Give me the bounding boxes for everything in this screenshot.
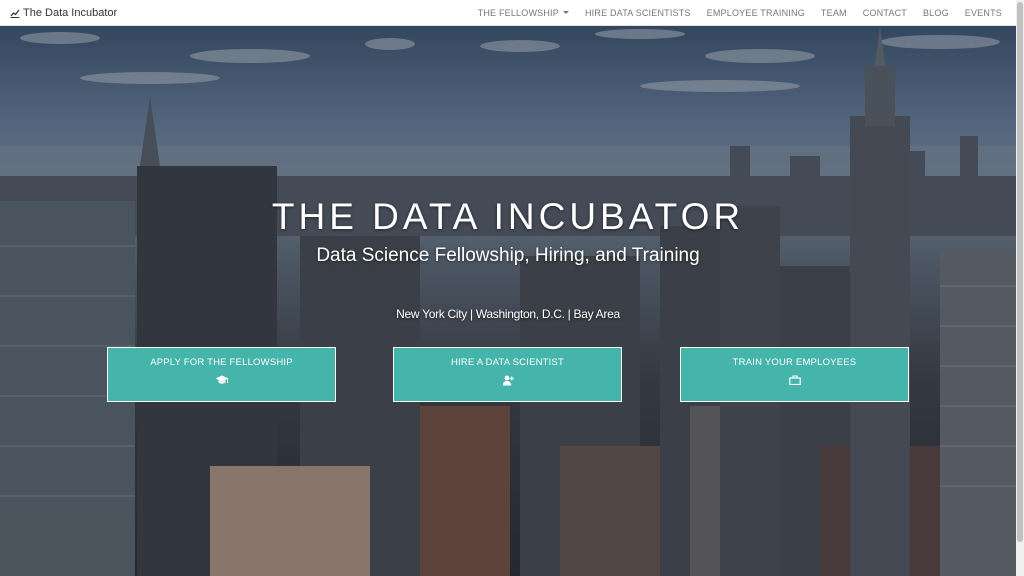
briefcase-icon xyxy=(788,375,801,385)
nav-item-blog[interactable]: BLOG xyxy=(923,0,949,25)
user-plus-icon xyxy=(502,375,514,386)
cta-label: TRAIN YOUR EMPLOYEES xyxy=(732,357,857,368)
nav-item-fellowship[interactable]: THE FELLOWSHIP xyxy=(478,0,569,25)
hero-section: THE DATA INCUBATOR Data Science Fellowsh… xyxy=(0,26,1016,576)
nav-item-contact[interactable]: CONTACT xyxy=(863,0,907,25)
nav-menu: THE FELLOWSHIP HIRE DATA SCIENTISTS EMPL… xyxy=(462,0,1016,25)
hero-title: THE DATA INCUBATOR xyxy=(271,196,745,237)
graduation-cap-icon xyxy=(215,375,228,384)
hero-locations: New York City | Washington, D.C. | Bay A… xyxy=(396,307,620,321)
hire-data-scientist-button[interactable]: HIRE A DATA SCIENTIST xyxy=(393,347,622,402)
train-employees-button[interactable]: TRAIN YOUR EMPLOYEES xyxy=(680,347,909,402)
nav-item-hire-data-scientists[interactable]: HIRE DATA SCIENTISTS xyxy=(585,0,691,25)
hero-subtitle: Data Science Fellowship, Hiring, and Tra… xyxy=(316,245,700,266)
nav-item-employee-training[interactable]: EMPLOYEE TRAINING xyxy=(707,0,805,25)
nav-item-team[interactable]: TEAM xyxy=(821,0,847,25)
brand-link[interactable]: The Data Incubator xyxy=(0,7,117,19)
navbar: The Data Incubator THE FELLOWSHIP HIRE D… xyxy=(0,0,1016,26)
chart-line-icon xyxy=(10,9,20,18)
nav-item-label: THE FELLOWSHIP xyxy=(477,7,559,18)
caret-down-icon xyxy=(562,11,569,14)
brand-name: The Data Incubator xyxy=(23,6,118,19)
scrollbar-thumb[interactable] xyxy=(1017,2,1023,542)
apply-fellowship-button[interactable]: APPLY FOR THE FELLOWSHIP xyxy=(107,347,336,402)
page-scrollbar[interactable] xyxy=(1016,0,1024,576)
cta-label: APPLY FOR THE FELLOWSHIP xyxy=(150,357,293,368)
nav-item-events[interactable]: EVENTS xyxy=(965,0,1002,25)
cta-label: HIRE A DATA SCIENTIST xyxy=(450,357,565,368)
hero-content: THE DATA INCUBATOR Data Science Fellowsh… xyxy=(0,26,1016,576)
